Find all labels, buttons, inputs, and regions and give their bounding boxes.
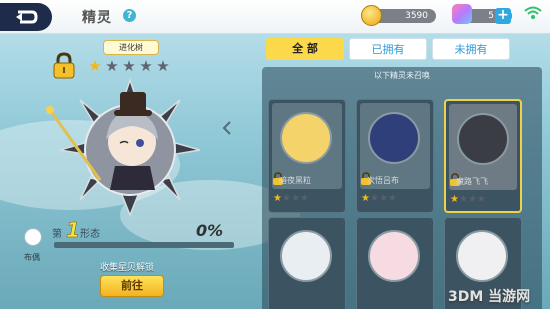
- sprite-portrait: [280, 230, 332, 282]
- add-gems-button[interactable]: +: [495, 8, 511, 24]
- sprite-name: 魔路飞飞: [456, 177, 488, 186]
- star-icon: ★: [387, 193, 397, 204]
- back-arrow-icon: [16, 10, 38, 24]
- star-icon: ★: [378, 193, 388, 204]
- page-title: 精灵: [82, 10, 112, 26]
- chevron-left-icon: [222, 121, 231, 135]
- coin-icon: [361, 5, 382, 26]
- star-icon: ★: [299, 193, 309, 204]
- progress-bar: [54, 242, 234, 248]
- form-number: 1: [66, 218, 81, 243]
- top-bar: 精灵 ? 3590 5 +: [0, 0, 550, 34]
- star-icon: ★: [361, 193, 370, 204]
- form-suffix: 形态: [80, 229, 100, 240]
- gem-icon: [452, 4, 472, 24]
- sprite-portrait: [368, 230, 420, 282]
- sprite-card[interactable]: [268, 217, 346, 309]
- evolution-tree-button[interactable]: 进化树: [103, 40, 159, 55]
- sprite-portrait: [280, 112, 332, 164]
- star-icon: ★: [281, 193, 291, 204]
- star-icon: ★: [458, 194, 468, 205]
- sprite-character: [46, 77, 201, 218]
- sprite-portrait: [456, 230, 508, 282]
- sprite-card-selected[interactable]: 魔路飞飞 ★ ★ ★ ★: [444, 99, 522, 213]
- back-button[interactable]: [0, 3, 52, 31]
- sprite-card[interactable]: 次悟吕布 ★ ★ ★ ★: [356, 99, 434, 213]
- sprite-card[interactable]: [356, 217, 434, 309]
- watermark: 3DM 当游网: [448, 289, 531, 305]
- sprite-portrait: [457, 113, 509, 165]
- sprite-card[interactable]: 暗夜黑粒 ★ ★ ★ ★: [268, 99, 346, 213]
- sprite-portrait: [368, 112, 420, 164]
- card-star-rating: ★ ★ ★ ★: [273, 193, 309, 205]
- star-icon: ★: [369, 193, 379, 204]
- form-prefix: 第: [52, 229, 62, 240]
- sprite-grid: 以下精灵未召唤 暗夜黑粒 ★ ★ ★ ★ 次悟吕布 ★ ★ ★ ★ 魔路飞飞 ★…: [262, 67, 542, 309]
- game-screen: 精灵 ? 3590 5 + 进化树 ★ ★ ★ ★ ★ 布偶 第 1 形态 0%…: [0, 0, 550, 309]
- grid-notice: 以下精灵未召唤: [374, 71, 430, 80]
- star-icon: ★: [467, 194, 477, 205]
- avatar[interactable]: [24, 228, 42, 246]
- wifi-icon: [524, 6, 542, 19]
- star-icon: ★: [273, 193, 282, 204]
- goto-button[interactable]: 前往: [100, 275, 164, 297]
- card-star-rating: ★ ★ ★ ★: [450, 194, 486, 206]
- tab-not-owned[interactable]: 未拥有: [432, 38, 510, 60]
- star-icon: ★: [450, 194, 459, 205]
- tab-all[interactable]: 全 部: [266, 38, 344, 60]
- unlock-hint: 收集星贝解锁: [100, 263, 155, 273]
- card-star-rating: ★ ★ ★ ★: [361, 193, 397, 205]
- sprite-name: 次悟吕布: [367, 176, 399, 185]
- avatar-label: 布偶: [24, 253, 40, 262]
- question-icon[interactable]: ?: [123, 9, 136, 22]
- sprite-name: 暗夜黑粒: [279, 176, 311, 185]
- star-icon: ★: [476, 194, 486, 205]
- tab-owned[interactable]: 已拥有: [349, 38, 427, 60]
- star-icon: ★: [290, 193, 300, 204]
- progress-percent: 0%: [196, 221, 224, 240]
